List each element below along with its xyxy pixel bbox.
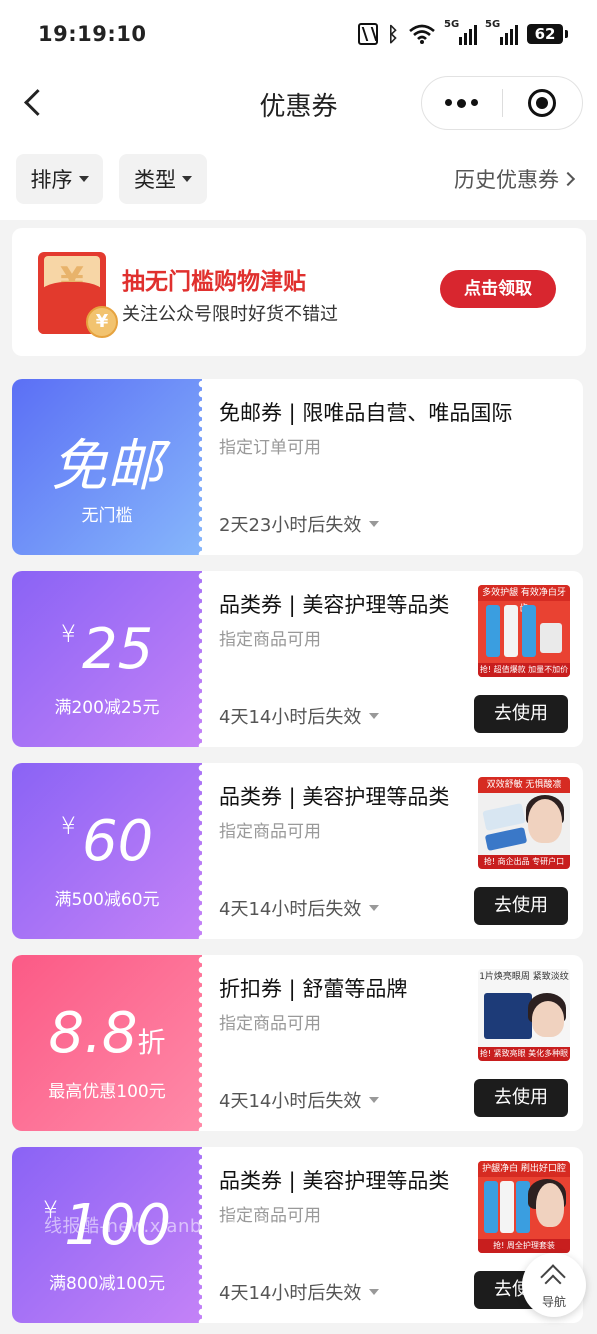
history-label: 历史优惠券	[454, 168, 559, 192]
coupon-amount: 8.8折	[48, 1001, 166, 1066]
claim-button[interactable]: 点击领取	[440, 270, 556, 308]
status-time: 19:19:10	[38, 22, 147, 46]
type-dropdown[interactable]: 类型	[119, 154, 207, 204]
caret-down-icon	[369, 521, 380, 527]
coupon-title: 品类券 | 美容护理等品类	[219, 593, 450, 617]
coupon-expiry[interactable]: 4天14小时后失效	[219, 895, 380, 921]
coupon-value-panel: ¥60 满500减60元	[12, 763, 208, 939]
coupon-value-panel: 免邮 无门槛	[12, 379, 208, 555]
caret-down-icon	[369, 1097, 380, 1103]
coupon-amount: ¥25	[60, 617, 154, 682]
type-label: 类型	[134, 168, 176, 192]
coupon-condition: 满800减100元	[49, 1274, 165, 1294]
floating-nav-label: 导航	[541, 1295, 566, 1309]
coupon-title: 折扣券 | 舒蕾等品牌	[219, 977, 408, 1001]
coupon-condition: 无门槛	[81, 506, 133, 526]
product-thumbnail[interactable]: 多效护龈 有效净白牙齿 抢! 超值爆款 加量不加价	[478, 585, 570, 677]
caret-down-icon	[369, 1289, 380, 1295]
close-mini-program-icon[interactable]	[503, 89, 583, 117]
caret-down-icon	[369, 905, 380, 911]
more-icon[interactable]	[422, 98, 502, 108]
use-coupon-button[interactable]: 去使用	[474, 695, 568, 733]
banner-title: 抽无门槛购物津贴	[122, 269, 306, 295]
history-coupons-link[interactable]: 历史优惠券	[454, 164, 576, 194]
coupon-card[interactable]: 8.8折 最高优惠100元 折扣券 | 舒蕾等品牌 指定商品可用 4天14小时后…	[12, 955, 583, 1131]
battery-icon: 62	[527, 24, 568, 44]
coupon-card[interactable]: 免邮 无门槛 免邮券 | 限唯品自营、唯品国际 指定订单可用 2天23小时后失效	[12, 379, 583, 555]
coupon-condition: 最高优惠100元	[48, 1082, 166, 1102]
nav-bar: 优惠券	[0, 70, 597, 138]
coin-icon: ¥	[86, 306, 118, 338]
product-thumbnail[interactable]: 双效舒敏 无惧酸凛 抢! 商企出品 专研户口	[478, 777, 570, 869]
use-coupon-button[interactable]: 去使用	[474, 1079, 568, 1117]
promo-banner[interactable]: ¥ ¥ 抽无门槛购物津贴 关注公众号限时好货不错过 点击领取	[12, 228, 586, 356]
coupon-value-panel: ¥25 满200减25元	[12, 571, 208, 747]
coupon-amount: 免邮	[51, 434, 163, 499]
sort-dropdown[interactable]: 排序	[16, 154, 103, 204]
use-coupon-button[interactable]: 去使用	[474, 887, 568, 925]
coupon-amount: ¥60	[60, 809, 154, 874]
caret-down-icon	[78, 176, 89, 182]
watermark-text: 线报酷-new.xianbao.fun	[44, 1216, 262, 1237]
floating-nav-button[interactable]: 导航	[522, 1253, 586, 1317]
signal-1-icon: 5G	[444, 19, 477, 45]
product-thumbnail[interactable]: 1片焕亮眼周 紧致淡纹 抢! 紧致亮眼 美化多种眼周问题	[478, 969, 570, 1061]
coupon-expiry[interactable]: 2天23小时后失效	[219, 511, 380, 537]
coupon-subtitle: 指定商品可用	[219, 822, 321, 842]
caret-down-icon	[182, 176, 192, 182]
coupon-subtitle: 指定订单可用	[219, 438, 321, 458]
coupon-value-panel: 8.8折 最高优惠100元	[12, 955, 208, 1131]
banner-subtitle: 关注公众号限时好货不错过	[122, 304, 338, 325]
coupon-title: 品类券 | 美容护理等品类	[219, 1169, 450, 1193]
coupon-subtitle: 指定商品可用	[219, 630, 321, 650]
coupon-expiry[interactable]: 4天14小时后失效	[219, 1279, 380, 1305]
coupon-condition: 满500减60元	[54, 890, 160, 910]
chevron-right-icon	[560, 171, 576, 187]
coupon-card[interactable]: ¥60 满500减60元 品类券 | 美容护理等品类 指定商品可用 4天14小时…	[12, 763, 583, 939]
bluetooth-icon: ᛒ	[387, 22, 399, 46]
status-icons: ᛒ 5G 5G 62	[358, 19, 568, 46]
coupon-card[interactable]: ¥25 满200减25元 品类券 | 美容护理等品类 指定商品可用 4天14小时…	[12, 571, 583, 747]
caret-down-icon	[369, 713, 380, 719]
signal-2-icon: 5G	[485, 19, 518, 45]
coupon-condition: 满200减25元	[54, 698, 160, 718]
mini-program-capsule	[421, 76, 583, 130]
wifi-icon	[409, 24, 435, 44]
coupon-expiry[interactable]: 4天14小时后失效	[219, 1087, 380, 1113]
coupon-expiry[interactable]: 4天14小时后失效	[219, 703, 380, 729]
coupon-subtitle: 指定商品可用	[219, 1014, 321, 1034]
status-bar: 19:19:10 ᛒ 5G 5G 62	[0, 0, 597, 70]
filter-bar: 排序 类型 历史优惠券	[0, 138, 597, 220]
product-thumbnail[interactable]: 护龈净白 刷出好口腔 抢! 周全护理套装	[478, 1161, 570, 1253]
sort-label: 排序	[30, 168, 73, 192]
coupon-title: 品类券 | 美容护理等品类	[219, 785, 450, 809]
nfc-icon	[358, 23, 378, 45]
coupon-title: 免邮券 | 限唯品自营、唯品国际	[219, 401, 513, 425]
